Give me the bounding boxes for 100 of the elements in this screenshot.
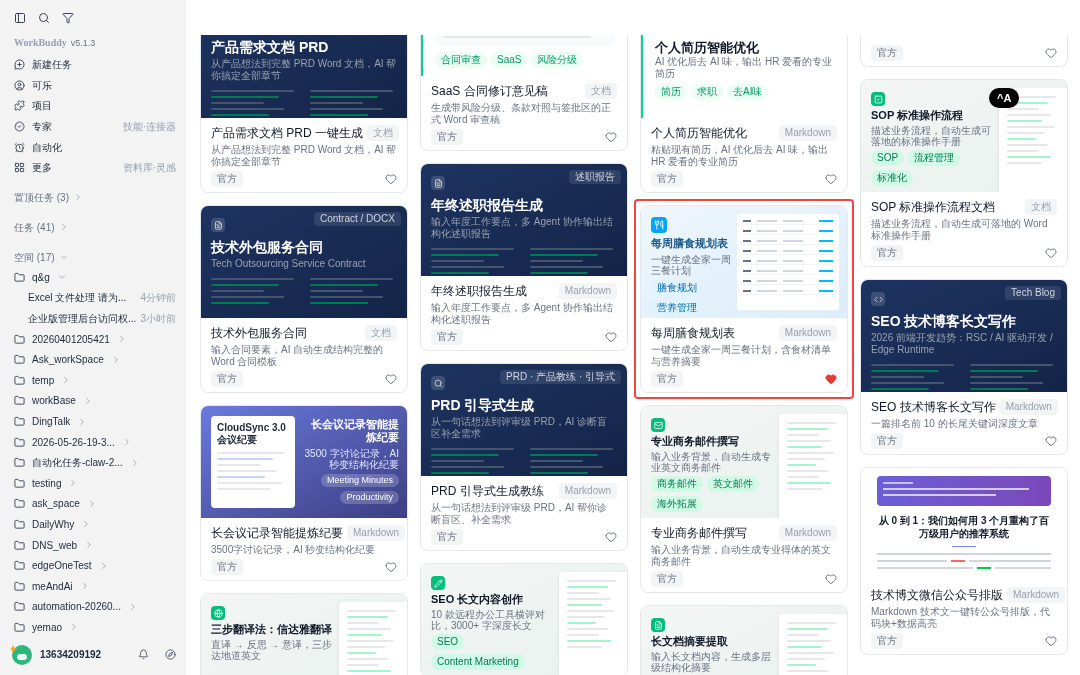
folder-name[interactable]: DNS_web [32, 537, 78, 553]
card-description: Markdown 技术文一键转公众号排版，代码块+数据高亮 [871, 606, 1051, 630]
card-title: 每周膳食规划表 [651, 325, 735, 341]
user-phone: 13634209192 [40, 647, 102, 662]
task-title[interactable]: 企业版管理后台访问权... [28, 311, 137, 327]
document-title: CloudSync 3.0 会议纪要 [217, 422, 287, 446]
favorite-heart-icon[interactable] [1045, 47, 1057, 59]
template-card[interactable]: 个人简历智能优化 AI 优化后去 AI 味，输出 HR 爱看的专业简历 简历 求职 去AI味 个人简历智能优化 Markdown 粘贴现有简历，AI 优化后去 AI 味，输出 HR 爱看的专业简历 官方 [640, 35, 848, 193]
template-card[interactable]: Tech Blog SEO 技术博客长文写作 2026 前端开发趋势：RSC / AI 驱动开发 / Edge Runtime SEO 技术博客长文写作 Markdown 一篇排名前 10 的长尾关键词深度文章 官方 [860, 279, 1068, 455]
tag-chip: 膳食规划 [651, 279, 703, 296]
preview-subtitle: 10 款远程办公工具横评对比，3000+ 字深度长文 [431, 609, 546, 631]
folder-name[interactable]: edgeOneTest [32, 558, 92, 574]
folder-name[interactable]: yemao [32, 619, 62, 635]
checklist-icon [871, 92, 885, 106]
favorite-heart-icon[interactable] [605, 531, 617, 543]
user-circle-icon [14, 79, 25, 91]
folder-name[interactable]: 2026-05-26-19-3... [32, 434, 115, 450]
template-card[interactable]: 专业商务邮件撰写 输入业务背景，自动生成专业英文商务邮件 商务邮件 英文邮件 海外拓展 专业商务邮件撰写 Markdown 输入业务背景，自动生成专业得体的英文商务邮件 官方 [640, 405, 848, 593]
card-title: 年终述职报告生成 [431, 283, 527, 299]
template-card[interactable]: PRD · 产品教练 · 引导式 PRD 引导式生成 从一句话想法到评审级 PRD，AI 诊断盲区补全需求 PRD 引导式生成教练 Markdown 从一句话想法到评审级 PRD，AI 帮你诊断盲区、补全需求 官方 [420, 363, 628, 551]
folder-name[interactable]: meAndAi [32, 578, 73, 594]
chevron-right-icon[interactable] [73, 192, 83, 203]
task-time: 3小时前 [140, 312, 176, 327]
card-description: 粘贴现有简历，AI 优化后去 AI 味，输出 HR 爱看的专业简历 [651, 144, 830, 168]
card-title: 个人简历智能优化 [651, 125, 747, 141]
badge-icon [14, 121, 25, 133]
nav-item[interactable]: 项目 [32, 98, 52, 114]
favorite-heart-icon[interactable] [1045, 247, 1057, 259]
preview-title: 个人简历智能优化 [655, 40, 760, 56]
favorite-heart-icon[interactable] [825, 173, 837, 185]
tag-chip: 标准化 [871, 170, 913, 186]
folder-name[interactable]: Ask_workSpace [32, 352, 104, 368]
favorite-heart-icon[interactable] [605, 131, 617, 143]
folder-name[interactable]: DailyWhy [32, 517, 75, 532]
nav-item[interactable]: 可乐 [32, 77, 52, 93]
nav-item[interactable]: 新建任务 [32, 57, 72, 73]
favorite-heart-icon[interactable] [385, 373, 397, 385]
task-time: 4分钟前 [140, 291, 176, 306]
favorite-heart-icon[interactable] [385, 173, 397, 185]
nav-item[interactable]: 专家 [32, 119, 52, 135]
favorite-heart-icon[interactable] [385, 561, 397, 573]
tag-chip: 商务邮件 [651, 476, 703, 492]
sidebar-toggle-icon[interactable] [14, 12, 26, 24]
folder-name[interactable]: 20260401205421 [32, 331, 110, 347]
folder-name[interactable]: workBase [32, 393, 76, 409]
folder-name[interactable]: q&g [32, 269, 50, 285]
folder-icon [14, 457, 25, 469]
card-description: 一键生成全家一周三餐计划，含食材清单与营养摘要 [651, 344, 832, 368]
template-card[interactable]: Contract / DOCX 技术外包服务合同 Tech Outsourcing Service Contract 技术外包服务合同 文档 输入合同要素，AI 自动生成结构完整的 Word 合同模板 官方 [200, 205, 408, 393]
template-card[interactable]: CloudSync 3.0 会议纪要 长会议记录智能提炼纪要 3500 字讨论记录，AI 秒变结构化纪要 Meeting Minutes Productivity 长会议记录智能提炼纪要 Markdown 3500字讨论记录，AI 秒变结构化纪要 官方 [200, 405, 408, 581]
folder-name[interactable]: automation-20260... [32, 599, 121, 615]
nav-item[interactable]: 自动化 [32, 139, 62, 155]
tag-chip: SaaS [491, 52, 528, 68]
folder-icon [14, 416, 25, 427]
preview-subtitle: 3500 字讨论记录，AI 秒变结构化纪要 [303, 448, 399, 470]
nav-item[interactable]: 更多 [32, 160, 52, 176]
section-header[interactable]: 置顶任务 (3) [14, 189, 69, 205]
task-title[interactable]: Excel 文件处理 请为... [28, 290, 127, 306]
compass-icon[interactable] [165, 648, 176, 660]
section-header[interactable]: 空间 (17) [14, 249, 55, 265]
template-card[interactable]: SEO 长文内容创作 10 款远程办公工具横评对比，3000+ 字深度长文 SEO Content Marketing [420, 563, 628, 675]
official-tag: 官方 [211, 171, 243, 187]
nav-hint: 技能·连接器 [122, 120, 176, 135]
preview-subtitle: Tech Outsourcing Service Contract [211, 258, 367, 270]
template-card[interactable]: 每周膳食规划表 一键生成全家一周三餐计划 膳食规划 营养管理 每周膳食规划表 Markdown 一键生成全家一周三餐计划，含食材清单与营养摘要 官方 [634, 199, 854, 399]
favorite-heart-icon[interactable] [605, 331, 617, 343]
section-header[interactable]: 任务 (41) [14, 219, 55, 235]
folder-icon [14, 271, 25, 283]
folder-name[interactable]: testing [32, 475, 62, 491]
favorite-heart-icon[interactable] [825, 573, 837, 585]
favorite-heart-icon[interactable] [825, 373, 837, 385]
template-card[interactable]: 从 0 到 1：我们如何用 3 个月重构了百万级用户的推荐系统 技术博文微信公众号排版 Markdown Markdown 技术文一键转公众号排版，代码块+数据高亮 官方 [860, 467, 1068, 655]
folder-name[interactable]: DingTalk [32, 414, 71, 429]
favorite-heart-icon[interactable] [1045, 435, 1057, 447]
card-title: SaaS 合同修订意见稿 [431, 83, 548, 99]
folder-icon [14, 498, 25, 510]
folder-name[interactable]: ask_space [32, 496, 80, 512]
template-card[interactable]: 三步翻译法：信达雅翻译 直译 → 反思 → 意译，三步达地道英文 [200, 593, 408, 675]
chevron-right-icon[interactable] [69, 622, 79, 633]
official-tag: 官方 [431, 129, 463, 145]
category-label: 述职报告 [569, 170, 621, 184]
template-card[interactable]: 产品需求文档 PRD 从产品想法到完整 PRD Word 文档，AI 帮你搞定全部章节 产品需求文档 PRD 一键生成 文档 从产品想法到完整 PRD Word 文档，AI 帮你搞定全部章节 官方 [200, 35, 408, 193]
preview-subtitle: 一键生成全家一周三餐计划 [651, 253, 731, 276]
template-card[interactable]: 官方 [860, 35, 1068, 67]
template-card[interactable]: 合同审查 SaaS 风险分级 SaaS 合同修订意见稿 文档 生成带风险分级、条款对照与签批区的正式 Word 审查稿 官方 [420, 35, 628, 151]
card-description: 3500字讨论记录，AI 秒变结构化纪要 [211, 544, 377, 556]
folder-name[interactable]: temp [32, 372, 55, 388]
preview-title: SEO 技术博客长文写作 [871, 312, 1018, 330]
filter-icon[interactable] [62, 12, 74, 24]
favorite-heart-icon[interactable] [1045, 635, 1057, 647]
template-card[interactable]: 述职报告 年终述职报告生成 输入年度工作要点，多 Agent 协作输出结构化述职报告 年终述职报告生成 Markdown 输入年度工作要点，多 Agent 协作输出结构化述职报告 官方 [420, 163, 628, 351]
search-icon[interactable] [38, 12, 50, 24]
card-title: 技术外包服务合同 [211, 325, 307, 341]
tag-chip: Meeting Minutes [320, 474, 399, 487]
preview-title: PRD 引导式生成 [431, 396, 536, 414]
official-tag: 官方 [651, 571, 683, 587]
folder-icon [14, 333, 25, 345]
bell-icon[interactable] [138, 648, 149, 660]
folder-name[interactable]: 自动化任务-claw-2... [32, 455, 123, 471]
template-card[interactable]: 长文档摘要提取 输入长文档内容，生成多层级结构化摘要 [640, 605, 848, 675]
